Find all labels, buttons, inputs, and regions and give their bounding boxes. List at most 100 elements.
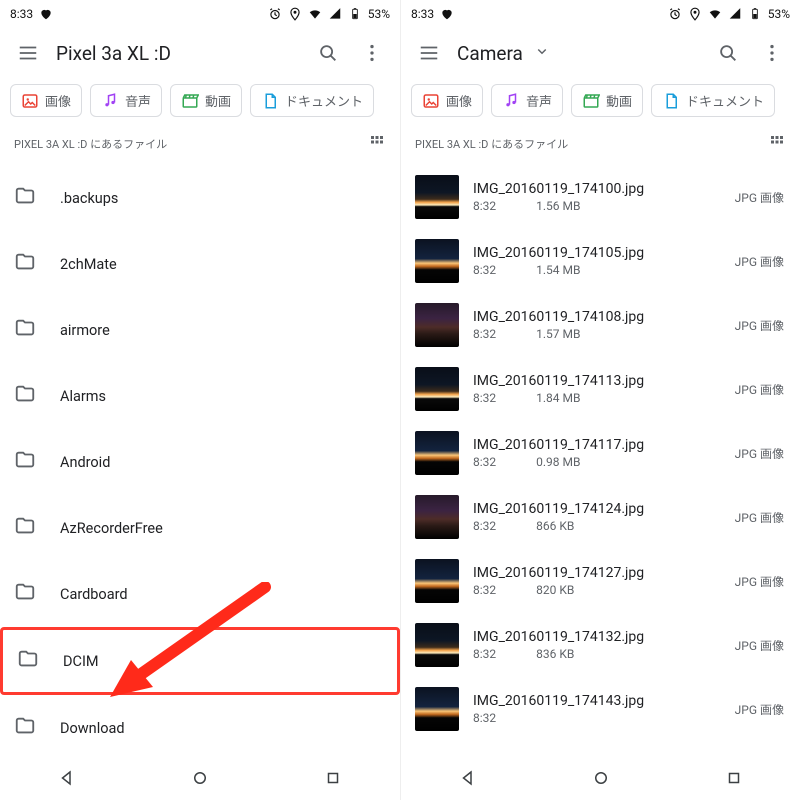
- file-row[interactable]: IMG_20160119_174127.jpg8:32820 KB JPG 画像: [401, 549, 800, 613]
- file-row[interactable]: IMG_20160119_174124.jpg8:32866 KBJPG 画像: [401, 485, 800, 549]
- file-name: IMG_20160119_174117.jpg: [473, 437, 721, 453]
- view-toggle-button[interactable]: [768, 133, 786, 155]
- search-button[interactable]: [306, 31, 350, 75]
- folder-row[interactable]: 2chMate: [0, 231, 400, 297]
- file-thumbnail: [415, 623, 459, 667]
- file-meta: IMG_20160119_174100.jpg8:321.56 MB: [473, 181, 721, 213]
- music-icon: [101, 92, 119, 110]
- status-time: 8:33: [10, 7, 33, 21]
- wifi-icon: [708, 7, 722, 21]
- file-time: 8:32: [473, 711, 496, 725]
- folder-row[interactable]: Android: [0, 429, 400, 495]
- file-thumbnail: [415, 239, 459, 283]
- chip-images[interactable]: 画像: [411, 84, 483, 117]
- file-time: 8:32: [473, 391, 496, 405]
- folder-name: 2chMate: [60, 256, 117, 273]
- chip-audio[interactable]: 音声: [491, 84, 563, 117]
- chip-video[interactable]: 動画: [571, 84, 643, 117]
- file-list[interactable]: IMG_20160119_174100.jpg8:321.56 MBJPG 画像…: [401, 165, 800, 745]
- folder-name: .backups: [60, 190, 118, 207]
- chip-documents[interactable]: ドキュメント: [651, 84, 775, 117]
- file-thumbnail: [415, 495, 459, 539]
- folder-row[interactable]: Alarms: [0, 363, 400, 429]
- signal-icon: [728, 7, 742, 21]
- file-row[interactable]: IMG_20160119_174100.jpg8:321.56 MBJPG 画像: [401, 165, 800, 229]
- chip-documents[interactable]: ドキュメント: [250, 84, 374, 117]
- status-bar: 8:33 53%: [0, 0, 400, 28]
- file-row[interactable]: IMG_20160119_174117.jpg8:320.98 MBJPG 画像: [401, 421, 800, 485]
- folder-list[interactable]: .backups 2chMate airmore AlarmsAndroidAzRec…: [0, 165, 400, 745]
- battery-text: 53%: [368, 7, 390, 21]
- page-title-dropdown[interactable]: Camera: [451, 42, 706, 65]
- folder-row[interactable]: AzRecorderFree: [0, 495, 400, 561]
- file-row[interactable]: IMG_20160119_174132.jpg8:32836 KBJPG 画像: [401, 613, 800, 677]
- file-row[interactable]: IMG_20160119_174113.jpg8:321.84 MBJPG 画像: [401, 357, 800, 421]
- battery-text: 53%: [768, 7, 790, 21]
- heart-icon: [440, 7, 454, 21]
- menu-button[interactable]: [407, 31, 451, 75]
- app-bar: Camera: [401, 28, 800, 78]
- file-size: 1.54 MB: [536, 263, 580, 277]
- file-name: IMG_20160119_174105.jpg: [473, 245, 721, 261]
- file-meta: IMG_20160119_174127.jpg8:32820 KB: [473, 565, 721, 597]
- location-icon: [688, 7, 702, 21]
- file-row[interactable]: IMG_20160119_174143.jpg 8:32 JPG 画像: [401, 677, 800, 741]
- file-name: IMG_20160119_174132.jpg: [473, 629, 721, 645]
- page-title[interactable]: Pixel 3a XL :D: [50, 42, 306, 65]
- menu-button[interactable]: [6, 31, 50, 75]
- location-icon: [288, 7, 302, 21]
- file-name: IMG_20160119_174127.jpg: [473, 565, 721, 581]
- file-meta: IMG_20160119_174105.jpg8:321.54 MB: [473, 245, 721, 277]
- nav-recents-button[interactable]: [324, 769, 342, 791]
- file-size: 1.57 MB: [536, 327, 580, 341]
- folder-icon: [14, 449, 36, 475]
- file-meta: IMG_20160119_174143.jpg 8:32: [473, 693, 721, 725]
- file-size: 820 KB: [536, 583, 574, 597]
- file-name: IMG_20160119_174143.jpg: [473, 693, 721, 709]
- system-nav-bar: [0, 760, 400, 800]
- clapper-icon: [181, 92, 199, 110]
- battery-icon: [748, 7, 762, 21]
- search-button[interactable]: [706, 31, 750, 75]
- folder-icon: [14, 251, 36, 277]
- file-name: IMG_20160119_174113.jpg: [473, 373, 721, 389]
- nav-home-button[interactable]: [592, 769, 610, 791]
- app-bar: Pixel 3a XL :D: [0, 28, 400, 78]
- clapper-icon: [582, 92, 600, 110]
- chip-video[interactable]: 動画: [170, 84, 242, 117]
- view-toggle-button[interactable]: [368, 133, 386, 155]
- folder-row[interactable]: .backups: [0, 165, 400, 231]
- screen-file-list: 8:33 53% Camera: [400, 0, 800, 800]
- folder-row[interactable]: Cardboard: [0, 561, 400, 627]
- file-name: IMG_20160119_174124.jpg: [473, 501, 721, 517]
- file-type-label: JPG 画像: [735, 573, 786, 590]
- status-time: 8:33: [411, 7, 434, 21]
- alarm-icon: [268, 7, 282, 21]
- file-type-label: JPG 画像: [735, 509, 786, 526]
- chip-audio[interactable]: 音声: [90, 84, 162, 117]
- overflow-button[interactable]: [750, 31, 794, 75]
- wifi-icon: [308, 7, 322, 21]
- file-type-label: JPG 画像: [735, 637, 786, 654]
- folder-name: airmore: [60, 322, 110, 339]
- file-name: IMG_20160119_174100.jpg: [473, 181, 721, 197]
- chip-images[interactable]: 画像: [10, 84, 82, 117]
- nav-home-button[interactable]: [191, 769, 209, 791]
- folder-name: Download: [60, 720, 125, 737]
- folder-row[interactable]: airmore: [0, 297, 400, 363]
- file-time: 8:32: [473, 199, 496, 213]
- overflow-button[interactable]: [350, 31, 394, 75]
- nav-back-button[interactable]: [459, 769, 477, 791]
- file-row[interactable]: IMG_20160119_174108.jpg8:321.57 MBJPG 画像: [401, 293, 800, 357]
- nav-recents-button[interactable]: [725, 769, 743, 791]
- file-row[interactable]: IMG_20160119_174105.jpg8:321.54 MBJPG 画像: [401, 229, 800, 293]
- file-type-label: JPG 画像: [735, 381, 786, 398]
- folder-row[interactable]: Download: [0, 695, 400, 745]
- file-type-label: JPG 画像: [735, 701, 786, 718]
- system-nav-bar: [401, 760, 800, 800]
- file-size: 0.98 MB: [536, 455, 580, 469]
- signal-icon: [328, 7, 342, 21]
- nav-back-button[interactable]: [58, 769, 76, 791]
- folder-row[interactable]: DCIM: [0, 627, 400, 695]
- folder-icon: [14, 383, 36, 409]
